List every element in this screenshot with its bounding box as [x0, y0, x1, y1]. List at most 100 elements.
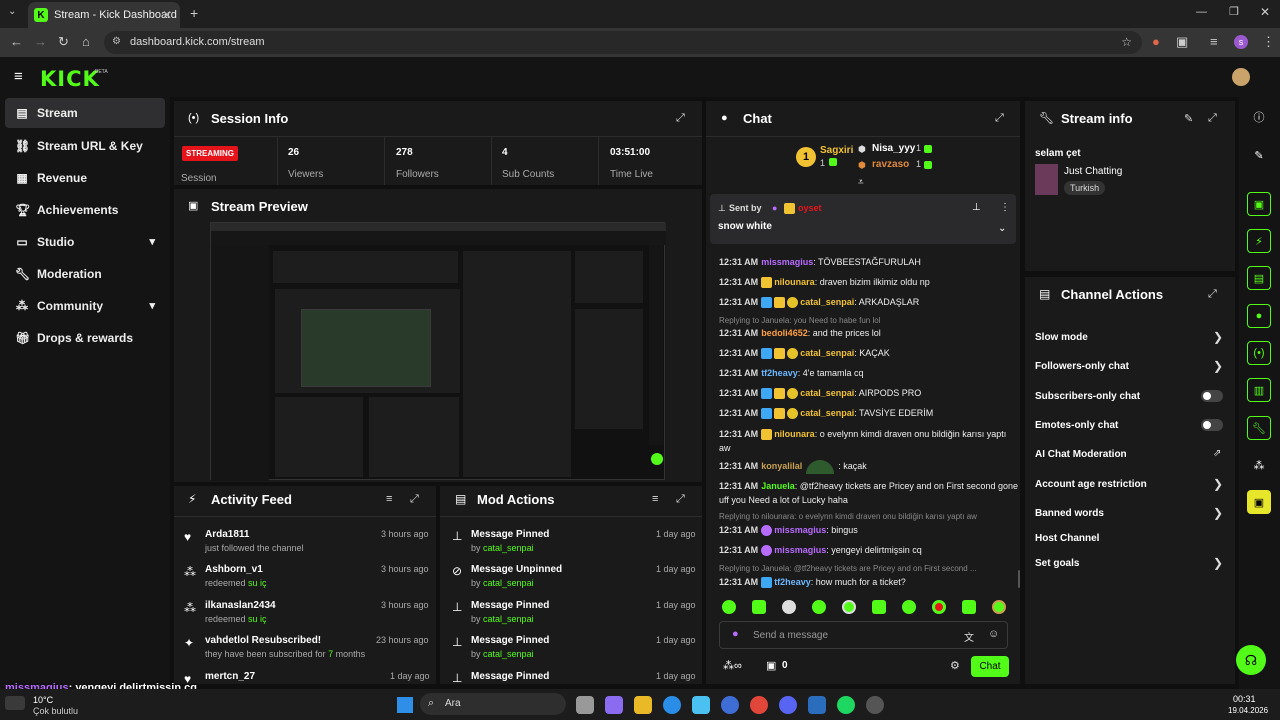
- windows-start-icon[interactable]: [397, 697, 413, 713]
- emote-icon[interactable]: [962, 600, 976, 614]
- pinned-user[interactable]: oyset: [798, 203, 822, 213]
- panels-icon[interactable]: ▥: [1247, 378, 1271, 402]
- clipboard-icon[interactable]: ▤: [1247, 266, 1271, 290]
- chat-bubble-icon[interactable]: ●: [1247, 304, 1271, 328]
- emote-icon[interactable]: [902, 600, 916, 614]
- emote-icon[interactable]: [842, 600, 856, 614]
- url-field[interactable]: ⚙ dashboard.kick.com/stream ☆: [104, 31, 1142, 54]
- edit-icon[interactable]: ✎: [1184, 112, 1193, 125]
- file-explorer-icon[interactable]: [634, 696, 652, 714]
- clip-icon[interactable]: ▣: [1247, 192, 1271, 216]
- community-icon[interactable]: ⁂∞: [723, 659, 742, 672]
- task-view-icon[interactable]: [576, 696, 594, 714]
- chat-message[interactable]: 12:31 AM catal_senpai: TAVSİYE EDERİM: [719, 406, 1019, 420]
- subscribers-only-toggle[interactable]: [1201, 390, 1223, 402]
- site-info-icon[interactable]: ⚙: [112, 36, 121, 47]
- sidebar-item-drops[interactable]: 🎁︎ Drops & rewards: [5, 323, 165, 353]
- translate-icon[interactable]: 文: [964, 629, 974, 644]
- new-tab-icon[interactable]: +: [190, 5, 198, 21]
- forward-icon[interactable]: →: [34, 34, 47, 49]
- profile-avatar-icon[interactable]: s: [1234, 35, 1248, 49]
- emote-icon[interactable]: [752, 600, 766, 614]
- reply-reference[interactable]: Replying to nilounara: o evelynn kimdi d…: [719, 512, 977, 521]
- stream-preview-video[interactable]: [210, 222, 666, 481]
- settings-icon[interactable]: [866, 696, 884, 714]
- emotes-only-toggle[interactable]: [1201, 419, 1223, 431]
- app-icon[interactable]: [721, 696, 739, 714]
- store-icon[interactable]: [692, 696, 710, 714]
- wrench-icon[interactable]: 🔧︎: [1247, 416, 1271, 440]
- extension-icon[interactable]: ●: [1152, 34, 1160, 49]
- discord-icon[interactable]: [779, 696, 797, 714]
- broadcast-icon[interactable]: (•): [1247, 341, 1271, 365]
- sidebar-item-community[interactable]: ⁂ Community ▾: [5, 291, 165, 321]
- edge-icon[interactable]: [663, 696, 681, 714]
- steam-icon[interactable]: [808, 696, 826, 714]
- chat-message[interactable]: 12:31 AM missmagius: TÖVBEESTAĞFURULAH: [719, 255, 1019, 269]
- hamburger-menu-icon[interactable]: ≡: [14, 68, 23, 85]
- media-icon[interactable]: ▣: [1247, 490, 1271, 514]
- chat-settings-icon[interactable]: ⚙: [950, 659, 960, 672]
- gifter-name[interactable]: Sagxiri: [820, 145, 853, 156]
- emote-icon[interactable]: [932, 600, 946, 614]
- expand-icon[interactable]: ⤢: [1208, 112, 1217, 125]
- gifter-name[interactable]: Nisa_yyy: [872, 143, 915, 154]
- expand-icon[interactable]: ⤢: [676, 112, 685, 125]
- chat-message[interactable]: 12:31 AM tf2heavy: 4'e tamamla cq: [719, 366, 1019, 380]
- expand-icon[interactable]: ⤢: [995, 112, 1004, 125]
- lightning-icon[interactable]: ⚡︎: [1247, 229, 1271, 253]
- support-icon[interactable]: ☊: [1236, 645, 1266, 675]
- chat-scrollbar[interactable]: [1018, 570, 1020, 588]
- chat-message[interactable]: 12:31 AM nilounara: draven bizim ilkimiz …: [719, 275, 1019, 289]
- chat-message[interactable]: 12:31 AM konyalilal: kaçak: [719, 459, 1019, 474]
- tab-list-icon[interactable]: ⌄: [8, 6, 16, 17]
- edit-icon[interactable]: ✎: [1247, 143, 1271, 167]
- chat-message[interactable]: 12:31 AM Januela: @tf2heavy tickets are P…: [719, 479, 1019, 507]
- chat-message[interactable]: 12:31 AM bedoli4652: and the prices lol: [719, 326, 1019, 340]
- reply-reference[interactable]: Replying to Januela: you Need to habe fu…: [719, 316, 880, 325]
- filter-icon[interactable]: ≡: [652, 493, 658, 505]
- chat-message[interactable]: 12:31 AM missmagius: bingus: [719, 523, 1019, 537]
- user-avatar[interactable]: [1232, 68, 1250, 86]
- chat-message[interactable]: 12:31 AM tf2heavy: how much for a ticket?: [719, 575, 1019, 589]
- sidebar-item-stream-url[interactable]: ⛓ Stream URL & Key: [5, 131, 165, 161]
- unpin-icon[interactable]: ⊥: [972, 202, 981, 213]
- expand-icon[interactable]: ⤢: [676, 493, 685, 506]
- chat-message[interactable]: 12:31 AM nilounara: o evelynn kimdi drave…: [719, 427, 1019, 455]
- sidebar-item-moderation[interactable]: 🔧︎ Moderation: [5, 259, 165, 289]
- sidebar-item-studio[interactable]: ▭ Studio ▾: [5, 227, 165, 257]
- close-window-icon[interactable]: ✕: [1260, 5, 1270, 19]
- sidebar-item-achievements[interactable]: 🏆︎ Achievements: [5, 195, 165, 225]
- browser-tab[interactable]: K Stream - Kick Dashboard ✕: [28, 2, 180, 28]
- collapse-leaderboard-icon[interactable]: ⩡: [858, 177, 864, 188]
- sidebar-item-revenue[interactable]: ▦ Revenue: [5, 163, 165, 193]
- bookmark-star-icon[interactable]: ☆: [1121, 35, 1132, 49]
- back-icon[interactable]: ←: [10, 34, 23, 49]
- expand-icon[interactable]: ⤢: [1208, 288, 1217, 301]
- maximize-icon[interactable]: ❐: [1229, 5, 1239, 18]
- home-icon[interactable]: ⌂: [82, 34, 90, 49]
- pinned-message[interactable]: ⊥ Sent by ● oyset snow white ⊥ ⋮ ⌄: [710, 194, 1016, 244]
- chat-message[interactable]: 12:31 AM catal_senpai: AIRPODS PRO: [719, 386, 1019, 400]
- more-options-icon[interactable]: ⋮: [1000, 202, 1010, 213]
- sidebar-item-stream[interactable]: ▤ Stream: [5, 98, 165, 128]
- tab-search-icon[interactable]: ≡: [1210, 34, 1218, 49]
- emote-icon[interactable]: [722, 600, 736, 614]
- emote-icon[interactable]: [812, 600, 826, 614]
- spotify-icon[interactable]: [837, 696, 855, 714]
- close-tab-icon[interactable]: ✕: [162, 8, 172, 22]
- extensions-puzzle-icon[interactable]: ▣: [1176, 34, 1188, 50]
- chat-message[interactable]: 12:31 AM catal_senpai: KAÇAK: [719, 346, 1019, 360]
- chat-input-field[interactable]: ● Send a message 文 ☺: [719, 621, 1008, 649]
- browser-menu-icon[interactable]: ⋮: [1262, 34, 1275, 50]
- weather-icon[interactable]: [5, 696, 25, 710]
- chevron-down-icon[interactable]: ⌄: [998, 223, 1006, 234]
- chat-message[interactable]: 12:31 AM catal_senpai: ARKADAŞLAR: [719, 295, 1019, 309]
- emoji-icon[interactable]: ☺: [988, 628, 999, 640]
- chat-message[interactable]: 12:31 AM missmagius: yengeyi delirtmişsin…: [719, 543, 1019, 557]
- kick-logo[interactable]: KICK: [40, 67, 100, 91]
- chrome-icon[interactable]: [750, 696, 768, 714]
- info-icon[interactable]: ⓘ: [1247, 105, 1271, 129]
- minimize-icon[interactable]: —: [1196, 6, 1207, 18]
- taskbar-search[interactable]: ⌕ Ara: [420, 693, 566, 715]
